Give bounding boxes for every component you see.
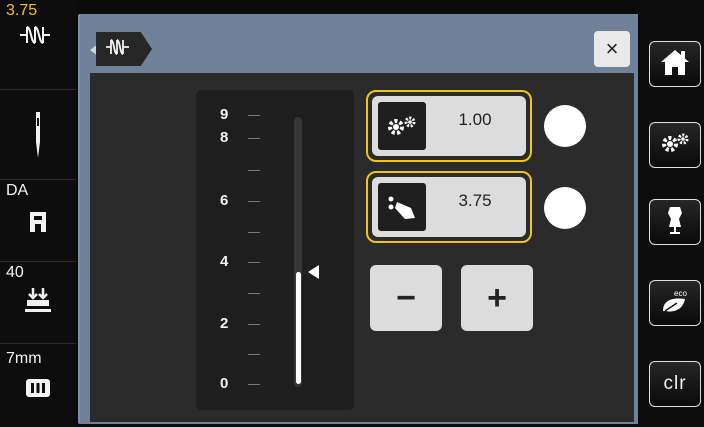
needle-plate-icon <box>0 378 76 398</box>
close-icon: × <box>605 36 619 61</box>
default-value-text: 1.00 <box>458 110 492 129</box>
tick-mark <box>248 138 260 139</box>
minus-icon: − <box>396 279 416 317</box>
svg-text:eco: eco <box>674 289 687 298</box>
tick-mark <box>248 384 260 385</box>
panel-background: × 9 8 6 4 2 0 1.00 3.75 − + <box>80 14 638 424</box>
tick-mark <box>248 232 260 233</box>
gears-icon <box>378 102 426 150</box>
decrease-button[interactable]: − <box>370 265 442 331</box>
panel-title-tab <box>96 32 152 66</box>
scale-pointer-icon[interactable] <box>308 264 319 279</box>
thread-tension-value: 40 <box>6 264 24 281</box>
setup-button[interactable] <box>649 122 701 168</box>
clear-label: clr <box>663 373 687 394</box>
touch-hand-icon <box>378 183 426 231</box>
tick-mark <box>248 262 260 263</box>
tick-label-6: 6 <box>220 192 229 209</box>
stitch-pattern-icon <box>0 24 76 46</box>
panel-content: 9 8 6 4 2 0 1.00 3.75 − + <box>90 73 634 422</box>
tick-label-8: 8 <box>220 129 229 146</box>
tick-label-9: 9 <box>220 106 229 123</box>
stitch-length-icon <box>105 38 135 61</box>
home-icon <box>660 48 690 81</box>
tick-mark <box>248 354 260 355</box>
tick-mark <box>248 324 260 325</box>
right-function-bar: eco clr <box>640 0 704 427</box>
tick-mark <box>248 115 260 116</box>
needle-plate-cell[interactable]: 7mm <box>0 344 76 427</box>
eco-leaf-icon: eco <box>659 287 691 320</box>
left-status-bar: 3.75 DA 40 7mm <box>0 0 76 427</box>
length-scale[interactable]: 9 8 6 4 2 0 <box>196 90 354 410</box>
stitch-width-value: 3.75 <box>6 2 38 19</box>
presser-foot-icon <box>0 210 76 234</box>
default-value-indicator[interactable] <box>544 105 586 147</box>
needle-cell[interactable] <box>0 90 76 180</box>
plus-icon: + <box>487 279 507 317</box>
clear-button[interactable]: clr <box>649 361 701 407</box>
custom-value-text: 3.75 <box>458 191 492 210</box>
feed-dog-icon <box>0 286 76 314</box>
tick-mark <box>248 170 260 171</box>
stitch-width-cell[interactable]: 3.75 <box>0 0 76 90</box>
default-value-button[interactable]: 1.00 <box>366 90 532 162</box>
presser-foot-value: DA <box>6 182 29 199</box>
close-button[interactable]: × <box>594 31 630 67</box>
thread-tension-cell[interactable]: 40 <box>0 262 76 344</box>
tick-mark <box>248 201 260 202</box>
needle-plate-value: 7mm <box>6 350 42 367</box>
increase-button[interactable]: + <box>461 265 533 331</box>
needle-icon <box>0 112 76 158</box>
tick-mark <box>248 293 260 294</box>
custom-value-indicator[interactable] <box>544 187 586 229</box>
custom-value-button[interactable]: 3.75 <box>366 171 532 243</box>
tick-label-0: 0 <box>220 375 229 392</box>
scale-fill <box>296 271 301 384</box>
eco-button[interactable]: eco <box>649 280 701 326</box>
dress-form-icon <box>665 205 685 240</box>
home-button[interactable] <box>649 41 701 87</box>
custom-value-box: 3.75 <box>372 177 526 237</box>
stitch-length-panel: × 9 8 6 4 2 0 1.00 3.75 − + <box>78 14 638 424</box>
gears-icon <box>660 132 690 159</box>
tick-label-4: 4 <box>220 253 229 270</box>
default-value-box: 1.00 <box>372 96 526 156</box>
tick-label-2: 2 <box>220 315 229 332</box>
presser-foot-cell[interactable]: DA <box>0 180 76 262</box>
tutorial-button[interactable] <box>649 199 701 245</box>
